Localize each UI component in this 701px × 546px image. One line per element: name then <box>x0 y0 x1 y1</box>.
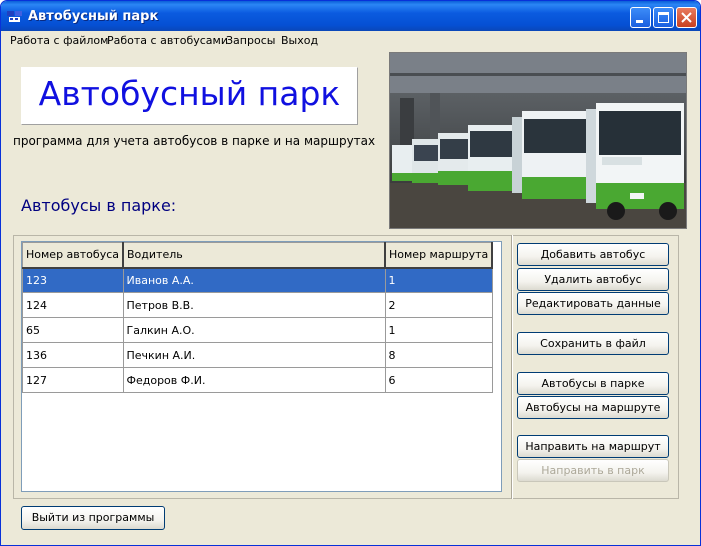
client-area: Автобусный парк программа для учета авто… <box>1 50 700 545</box>
section-heading: Автобусы в парке: <box>21 196 177 215</box>
table-row[interactable]: 136 Печкин А.И. 8 <box>22 342 493 368</box>
cell-driver: Иванов А.А. <box>122 267 386 293</box>
main-window: Автобусный парк Работа с файлом Работа с… <box>0 0 701 546</box>
table-row[interactable]: 123 Иванов А.А. 1 <box>22 267 493 293</box>
menu-exit[interactable]: Выход <box>281 34 318 47</box>
bus-table: Номер автобуса Водитель Номер маршрута 1… <box>22 242 494 393</box>
col-driver[interactable]: Водитель <box>122 242 386 269</box>
panel-divider <box>511 235 513 499</box>
cell-route-number: 6 <box>384 367 493 393</box>
col-bus-number[interactable]: Номер автобуса <box>22 242 124 269</box>
cell-driver: Петров В.В. <box>122 292 386 318</box>
window-title: Автобусный парк <box>28 9 159 24</box>
send-to-route-button[interactable]: Направить на маршрут <box>517 435 669 458</box>
remove-bus-button[interactable]: Удалить автобус <box>517 268 669 291</box>
table-header-row: Номер автобуса Водитель Номер маршрута <box>22 242 494 269</box>
maximize-icon[interactable] <box>653 7 674 28</box>
add-bus-button[interactable]: Добавить автобус <box>517 243 669 266</box>
minimize-icon[interactable] <box>630 7 651 28</box>
menu-bar: Работа с файлом Работа с автобусами Запр… <box>1 31 700 50</box>
cell-route-number: 1 <box>384 317 493 343</box>
col-route-number[interactable]: Номер маршрута <box>384 242 494 269</box>
cell-route-number: 8 <box>384 342 493 368</box>
table-row[interactable]: 124 Петров В.В. 2 <box>22 292 493 318</box>
send-to-park-button[interactable]: Направить в парк <box>517 459 669 482</box>
menu-queries[interactable]: Запросы <box>226 34 275 47</box>
cell-driver: Галкин А.О. <box>122 317 386 343</box>
cell-route-number: 1 <box>384 267 493 293</box>
cell-driver: Федоров Ф.И. <box>122 367 386 393</box>
cell-route-number: 2 <box>384 292 493 318</box>
save-to-file-button[interactable]: Сохранить в файл <box>517 332 669 355</box>
buses-in-park-button[interactable]: Автобусы в парке <box>517 372 669 395</box>
table-row[interactable]: 65 Галкин А.О. 1 <box>22 317 493 343</box>
table-row[interactable]: 127 Федоров Ф.И. 6 <box>22 367 493 393</box>
cell-bus-number: 127 <box>22 367 124 393</box>
buses-photo <box>389 52 687 229</box>
cell-bus-number: 65 <box>22 317 124 343</box>
edit-data-button[interactable]: Редактировать данные <box>517 292 669 315</box>
menu-file[interactable]: Работа с файлом <box>10 34 108 47</box>
exit-program-button[interactable]: Выйти из программы <box>21 506 165 530</box>
cell-bus-number: 136 <box>22 342 124 368</box>
bus-grid[interactable]: Номер автобуса Водитель Номер маршрута 1… <box>21 241 502 492</box>
bus-shape <box>392 145 414 181</box>
bus-app-icon[interactable] <box>7 9 23 23</box>
banner: Автобусный парк <box>21 67 358 125</box>
title-bar[interactable]: Автобусный парк <box>1 1 700 31</box>
cell-bus-number: 123 <box>22 267 124 293</box>
banner-title: Автобусный парк <box>38 74 341 113</box>
cell-driver: Печкин А.И. <box>122 342 386 368</box>
cell-bus-number: 124 <box>22 292 124 318</box>
close-icon[interactable] <box>676 7 697 28</box>
banner-subtitle: программа для учета автобусов в парке и … <box>13 134 376 148</box>
buses-on-route-button[interactable]: Автобусы на маршруте <box>517 396 669 419</box>
menu-buses[interactable]: Работа с автобусами <box>107 34 228 47</box>
